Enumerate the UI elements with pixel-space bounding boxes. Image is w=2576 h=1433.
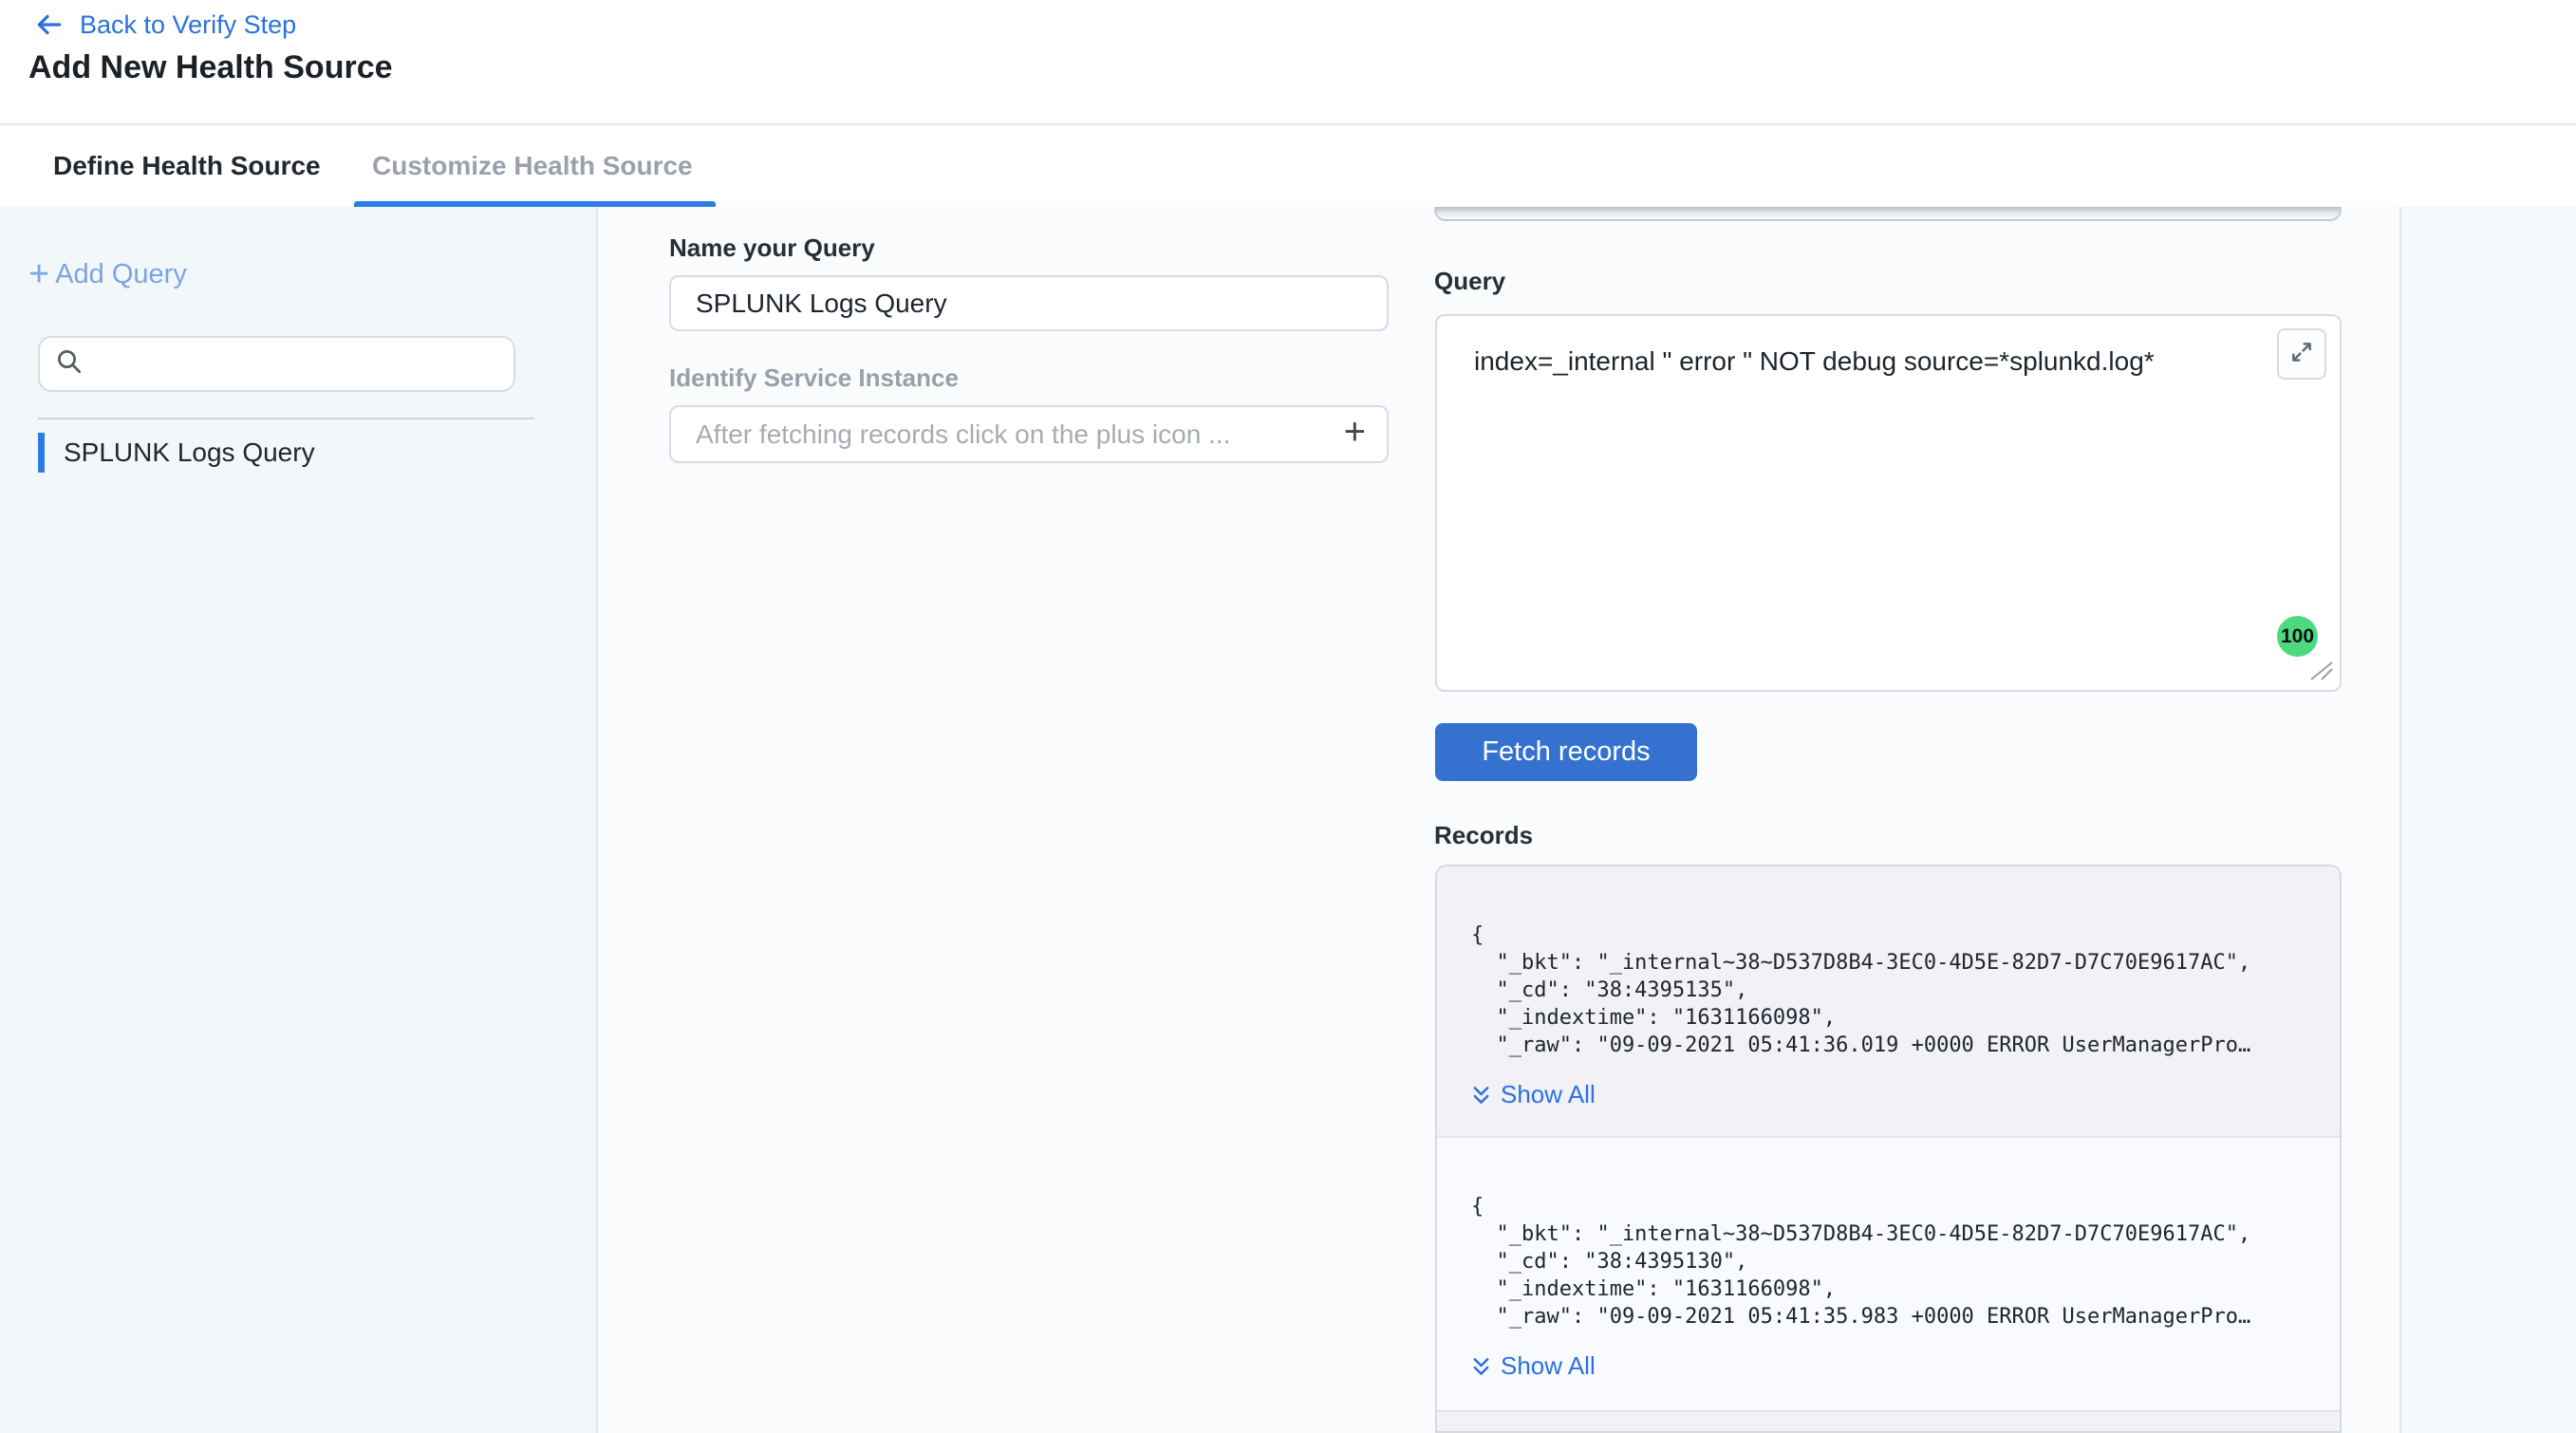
- fetch-records-button[interactable]: Fetch records: [1435, 723, 1697, 781]
- resize-handle-icon[interactable]: [2309, 661, 2334, 686]
- records-panel: { "_bkt": "_internal~38~D537D8B4-3EC0-4D…: [1435, 865, 2342, 1433]
- record-count-badge: 100: [2277, 616, 2318, 657]
- expand-icon: [2289, 340, 2314, 369]
- record-json: { "_bkt": "_internal~38~D537D8B4-3EC0-4D…: [1471, 1193, 2311, 1331]
- show-all-link[interactable]: Show All: [1471, 1351, 1596, 1381]
- query-name-field: [669, 275, 1389, 331]
- records-label: Records: [1434, 821, 1533, 850]
- page-title: Add New Health Source: [28, 49, 393, 86]
- expand-query-button[interactable]: [2277, 328, 2326, 380]
- add-query-label: Add Query: [55, 259, 187, 290]
- tab-customize-health-source[interactable]: Customize Health Source: [372, 125, 693, 207]
- query-editor: index=_internal " error " NOT debug sour…: [1435, 314, 2342, 692]
- record-card: { "_bkt": "_internal~38~D537D8B4-3EC0-4D…: [1437, 1136, 2340, 1410]
- sidebar-item-splunk-logs-query[interactable]: SPLUNK Logs Query: [38, 433, 315, 473]
- right-margin-strip: [2399, 207, 2576, 1433]
- show-all-label: Show All: [1501, 1080, 1596, 1109]
- query-search-box: [38, 336, 515, 392]
- back-arrow-icon: [34, 9, 65, 40]
- query-name-input[interactable]: [671, 288, 1387, 319]
- tab-define-health-source[interactable]: Define Health Source: [53, 125, 321, 207]
- query-item-label: SPLUNK Logs Query: [64, 437, 315, 468]
- add-health-source-page: Back to Verify Step Add New Health Sourc…: [0, 0, 2576, 1433]
- selected-item-indicator: [38, 433, 45, 473]
- record-json: { "_bkt": "_internal~38~D537D8B4-3EC0-4D…: [1471, 921, 2311, 1059]
- add-service-instance-plus-icon[interactable]: +: [1333, 413, 1387, 456]
- search-input[interactable]: [95, 348, 498, 380]
- clipped-input-above[interactable]: [1434, 207, 2342, 221]
- record-card: { "_bkt": "_internal~38~D537D8B4-3EC0-4D…: [1437, 866, 2340, 1136]
- back-link-label: Back to Verify Step: [80, 10, 296, 40]
- show-all-link[interactable]: Show All: [1471, 1080, 1596, 1109]
- service-instance-field: +: [669, 405, 1389, 463]
- chevron-double-down-icon: [1471, 1355, 1491, 1378]
- sidebar-divider: [38, 418, 534, 419]
- tab-bar: Define Health Source Customize Health So…: [0, 125, 2576, 207]
- service-instance-input[interactable]: [671, 419, 1333, 450]
- identify-service-instance-label: Identify Service Instance: [669, 363, 959, 393]
- query-input[interactable]: index=_internal " error " NOT debug sour…: [1472, 344, 2279, 667]
- plus-icon: +: [28, 256, 49, 292]
- show-all-label: Show All: [1501, 1351, 1596, 1381]
- add-query-button[interactable]: + Add Query: [28, 256, 187, 292]
- name-your-query-label: Name your Query: [669, 233, 875, 263]
- record-card-partial: [1437, 1410, 2340, 1431]
- search-icon: [55, 347, 84, 381]
- back-link[interactable]: Back to Verify Step: [34, 9, 296, 40]
- chevron-double-down-icon: [1471, 1084, 1491, 1107]
- query-label: Query: [1434, 267, 1505, 296]
